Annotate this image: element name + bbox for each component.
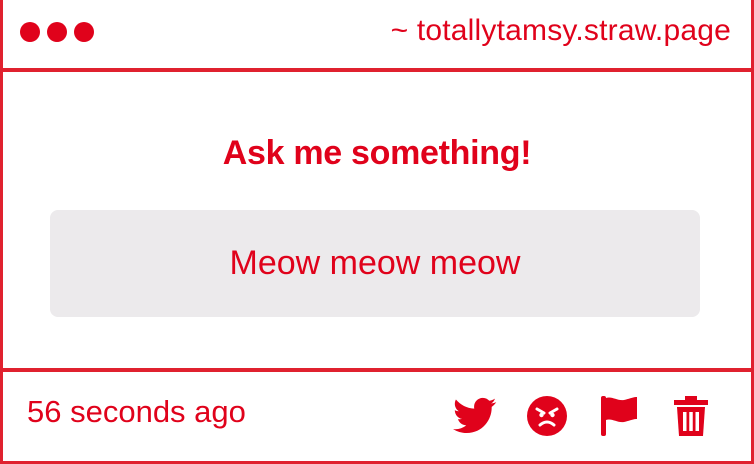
question-box: Meow meow meow [50, 210, 700, 317]
angry-face-icon [527, 396, 567, 436]
flag-icon [601, 396, 637, 436]
question-body: Ask me something! Meow meow meow [3, 72, 751, 372]
trash-icon [674, 396, 708, 436]
question-text: Meow meow meow [229, 244, 521, 282]
question-card: ~ totallytamsy.straw.page Ask me somethi… [0, 0, 754, 464]
window-dot [20, 22, 40, 42]
twitter-icon [453, 397, 497, 434]
prompt-heading: Ask me something! [222, 134, 532, 172]
title-bar: ~ totallytamsy.straw.page [3, 0, 751, 72]
window-dot [47, 22, 67, 42]
block-user-button[interactable] [525, 394, 569, 438]
report-button[interactable] [597, 394, 641, 438]
site-url[interactable]: ~ totallytamsy.straw.page [391, 14, 731, 48]
delete-button[interactable] [669, 394, 713, 438]
share-twitter-button[interactable] [453, 394, 497, 438]
window-dot [74, 22, 94, 42]
action-bar [453, 394, 713, 438]
timestamp: 56 seconds ago [27, 394, 246, 429]
card-footer: 56 seconds ago [3, 372, 751, 458]
window-dots [20, 22, 94, 42]
